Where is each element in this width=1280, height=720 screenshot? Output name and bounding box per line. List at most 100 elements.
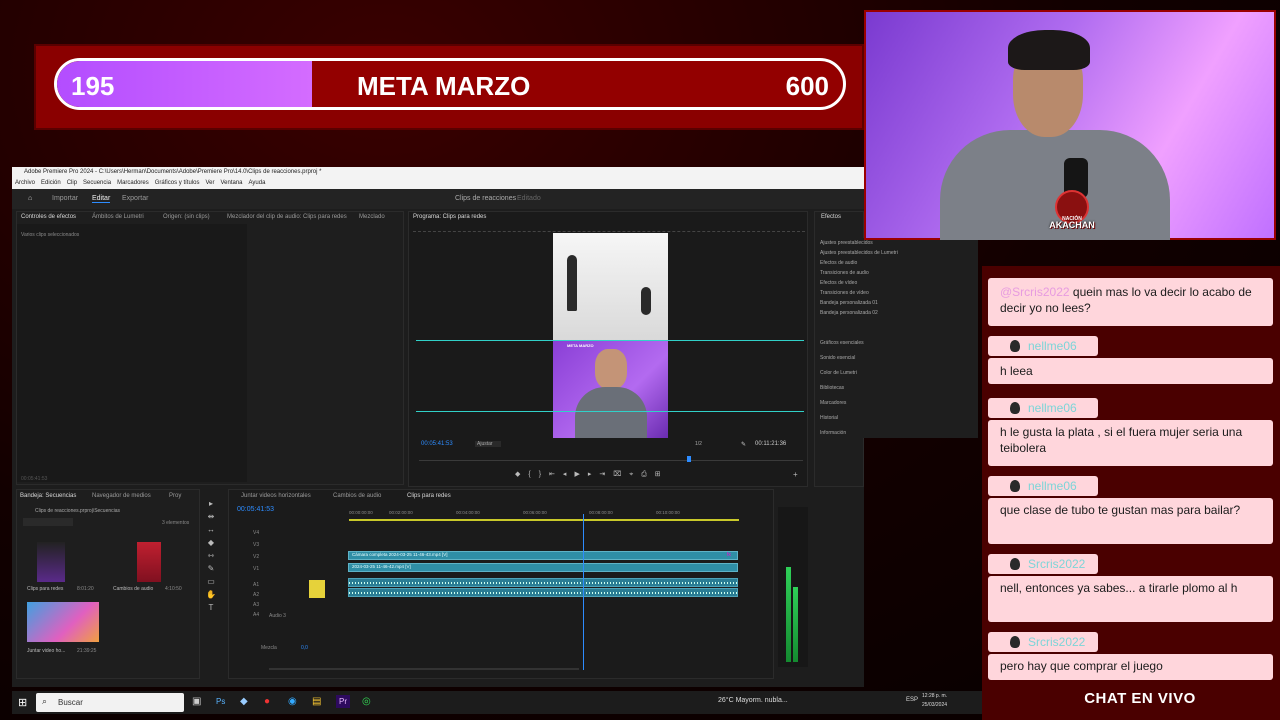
effects-item[interactable]: Efectos de audio <box>820 258 898 268</box>
resolution-select[interactable]: 1/2 <box>695 441 702 447</box>
tab-timeline-active[interactable]: Clips para redes <box>407 493 451 499</box>
tab-mixer[interactable]: Mezclado <box>359 214 385 220</box>
chat-username: nellme06 <box>1028 479 1077 493</box>
menu-item[interactable]: Clip <box>64 178 80 188</box>
menu-bar: Archivo Edición Clip Secuencia Marcadores Grá… <box>12 178 864 189</box>
effects-item[interactable]: Efectos de vídeo <box>820 278 898 288</box>
ws-tab-exportar[interactable]: Exportar <box>122 195 148 202</box>
track-label: V1 <box>253 566 260 572</box>
panel-link[interactable]: Historial <box>820 411 864 426</box>
search-icon: ⌕ <box>42 696 48 706</box>
transport-controls[interactable]: ◆{}⇤◂▶▸⇥⌧⌖⎙⊞ <box>515 470 755 480</box>
menu-item[interactable]: Ver <box>202 178 217 188</box>
folder-icon[interactable]: ▤ <box>312 696 321 707</box>
work-area-bar[interactable] <box>349 519 739 521</box>
channel-badge: NACIÓN AKACHAN <box>1045 190 1099 256</box>
windows-start-icon[interactable]: ⊞ <box>18 696 27 709</box>
tab-bin-sequences[interactable]: Bandeja: Secuencias <box>20 493 76 499</box>
whatsapp-icon[interactable]: ◎ <box>362 696 371 707</box>
home-icon[interactable]: ⌂ <box>28 195 32 202</box>
panel-link[interactable]: Gráficos esenciales <box>820 336 864 351</box>
tab-project[interactable]: Proy <box>169 493 181 499</box>
ws-tab-importar[interactable]: Importar <box>52 195 78 202</box>
menu-item[interactable]: Gráficos y títulos <box>152 178 203 188</box>
video-clip[interactable]: Cámara completa 2024-03-25 11-46-43.mp4 … <box>348 551 738 560</box>
tab-effect-controls[interactable]: Controles de efectos <box>21 214 76 220</box>
app-icon[interactable]: ● <box>264 696 270 707</box>
effects-item[interactable]: Transiciones de vídeo <box>820 288 898 298</box>
audio-clip[interactable] <box>348 588 738 597</box>
fx-badge: fx <box>727 552 731 558</box>
taskbar-search[interactable]: ⌕ Buscar <box>36 693 184 712</box>
silhouette <box>567 255 577 311</box>
menu-item[interactable]: Secuencia <box>80 178 114 188</box>
overlay-goal-text: META MARZO <box>567 343 594 348</box>
mix-label: Mezcla <box>261 645 277 651</box>
clock-time[interactable]: 12:28 p. m. <box>922 693 947 699</box>
language-indicator[interactable]: ESP <box>906 697 918 703</box>
menu-item[interactable]: Ventana <box>217 178 245 188</box>
tab-audio-clip-mixer[interactable]: Mezclador del clip de audio: Clips para … <box>227 214 347 220</box>
edge-icon[interactable]: ◉ <box>288 696 297 707</box>
menu-item[interactable]: Archivo <box>12 178 38 188</box>
weather-widget[interactable]: 26°C Mayorm. nubla... <box>718 697 788 704</box>
timeline-ruler[interactable]: 00:00:00:00 00:02:00:00 00:04:00:00 00:0… <box>349 510 763 518</box>
project-title: Clips de reacciones <box>455 195 517 202</box>
playhead-track[interactable] <box>419 460 803 461</box>
goal-title: META MARZO <box>357 71 531 101</box>
chat-message: pero hay que comprar el juego <box>988 654 1273 680</box>
bin-thumbnail[interactable] <box>137 542 161 582</box>
tools-panel[interactable]: ▸ ⇹ ↔ ◆ ⇿ ✎ ▭ ✋ T <box>204 497 218 617</box>
audio-clip[interactable] <box>348 578 738 587</box>
tab-timeline[interactable]: Cambios de audio <box>333 493 381 499</box>
panel-link[interactable]: Bibliotecas <box>820 381 864 396</box>
task-view-icon[interactable]: ▣ <box>192 696 201 707</box>
chat-user-pill: Srcris2022 <box>988 554 1098 574</box>
effects-item[interactable]: Bandeja personalizada 01 <box>820 298 898 308</box>
effects-item[interactable]: Transiciones de audio <box>820 268 898 278</box>
chat-text: nell, entonces ya sabes... a tirarle plo… <box>1000 581 1238 595</box>
ws-tab-editar[interactable]: Editar <box>92 195 111 203</box>
tab-program[interactable]: Programa: Clips para redes <box>413 214 486 220</box>
photoshop-icon[interactable]: Ps <box>216 697 225 706</box>
bin-thumbnail[interactable] <box>37 542 65 582</box>
tab-media-browser[interactable]: Navegador de medios <box>92 493 151 499</box>
tab-lumetri-scopes[interactable]: Ámbitos de Lumetri <box>92 214 144 220</box>
menu-item[interactable]: Ayuda <box>246 178 269 188</box>
menu-item[interactable]: Marcadores <box>114 178 152 188</box>
video-clip[interactable]: 2024-03-25 11-46-42.mp4 [V] <box>348 563 738 572</box>
playhead[interactable] <box>687 456 691 462</box>
timeline-playhead[interactable] <box>583 514 584 670</box>
fit-select[interactable]: Ajustar <box>475 441 501 447</box>
bin-duration: 4:10:50 <box>165 586 182 592</box>
panel-link[interactable]: Sonido esencial <box>820 351 864 366</box>
chat-user-pill: Srcris2022 <box>988 632 1098 652</box>
app-icon[interactable]: ◆ <box>240 696 248 707</box>
program-timecode[interactable]: 00:05:41:53 <box>421 441 453 447</box>
panel-link[interactable]: Color de Lumetri <box>820 366 864 381</box>
timeline-scrollbar[interactable] <box>269 668 579 670</box>
effects-item[interactable]: Ajustes preestablecidos de Lumetri <box>820 248 898 258</box>
panel-link[interactable]: Información <box>820 426 864 441</box>
track-solo-button[interactable] <box>309 580 325 598</box>
mix-value[interactable]: 0,0 <box>301 645 308 651</box>
goal-target: 600 <box>785 71 829 101</box>
premiere-icon[interactable]: Pr <box>336 695 350 708</box>
bin-name: Cambios de audio <box>113 586 154 592</box>
tab-effects[interactable]: Efectos <box>821 214 841 220</box>
bin-name: Clips para redes <box>27 586 64 592</box>
menu-item[interactable]: Edición <box>38 178 64 188</box>
chat-username: Srcris2022 <box>1028 635 1086 649</box>
effects-item[interactable]: Bandeja personalizada 02 <box>820 308 898 318</box>
bin-thumbnail[interactable] <box>27 602 99 642</box>
project-search-input[interactable] <box>23 518 73 526</box>
wrench-icon[interactable]: ✎ <box>741 441 746 448</box>
panel-link[interactable]: Marcadores <box>820 396 864 411</box>
tab-source[interactable]: Origen: (sin clips) <box>163 214 210 220</box>
track-label: A3 <box>253 602 260 608</box>
clock-date[interactable]: 25/03/2024 <box>922 702 947 708</box>
chat-username: nellme06 <box>1028 401 1077 415</box>
timeline-timecode[interactable]: 00:05:41:53 <box>237 506 274 513</box>
tab-timeline[interactable]: Juntar videos horizontales <box>241 493 311 499</box>
add-button-icon[interactable]: + <box>793 470 798 479</box>
